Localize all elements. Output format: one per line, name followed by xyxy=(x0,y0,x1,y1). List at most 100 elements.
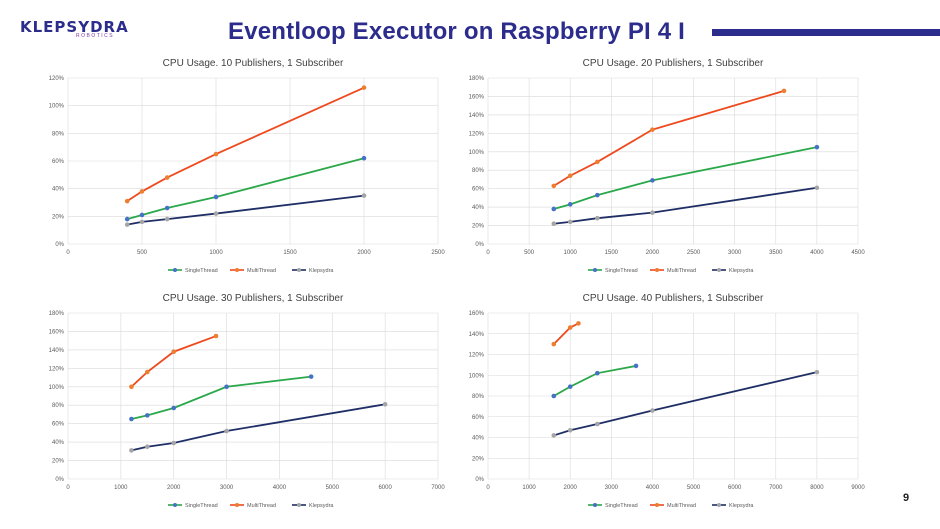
x-tick-label: 2000 xyxy=(564,485,578,491)
x-tick-label: 4000 xyxy=(646,485,660,491)
y-tick-label: 120% xyxy=(49,366,65,372)
x-tick-label: 0 xyxy=(486,485,490,491)
legend-marker xyxy=(235,268,239,272)
x-tick-label: 1000 xyxy=(114,485,128,491)
y-tick-label: 60% xyxy=(472,415,485,421)
series-line-klepsydra xyxy=(553,371,818,437)
y-tick-label: 100% xyxy=(49,104,65,110)
y-tick-label: 80% xyxy=(52,131,65,137)
data-point-multithread xyxy=(551,183,557,189)
y-tick-label: 20% xyxy=(472,224,485,230)
x-tick-label: 5000 xyxy=(326,485,340,491)
x-tick-label: 1000 xyxy=(209,250,223,256)
y-tick-label: 20% xyxy=(52,214,65,220)
y-tick-label: 60% xyxy=(472,187,485,193)
data-point-multithread xyxy=(595,159,600,165)
data-point-klepsydra xyxy=(382,402,388,407)
data-point-singlethread xyxy=(361,155,367,161)
y-tick-label: 180% xyxy=(49,311,65,317)
legend-marker xyxy=(297,503,301,507)
data-point-singlethread xyxy=(213,194,219,200)
data-point-multithread xyxy=(650,127,655,132)
y-tick-label: 80% xyxy=(52,403,65,409)
y-tick-label: 160% xyxy=(469,94,485,100)
y-tick-label: 160% xyxy=(49,329,65,335)
legend-label: MultiThread xyxy=(247,268,276,274)
data-point-klepsydra xyxy=(650,210,655,215)
data-point-multithread xyxy=(213,333,219,339)
chart-title: CPU Usage. 30 Publishers, 1 Subscriber xyxy=(163,293,344,304)
legend-label: Klepsydra xyxy=(729,503,754,509)
legend-label: SingleThread xyxy=(185,268,218,274)
y-tick-label: 120% xyxy=(49,76,65,82)
legend-label: MultiThread xyxy=(247,503,276,509)
x-tick-label: 6000 xyxy=(378,485,392,491)
x-tick-label: 6000 xyxy=(728,485,742,491)
data-point-multithread xyxy=(361,85,367,90)
legend-marker xyxy=(717,268,721,272)
y-tick-label: 40% xyxy=(472,205,485,211)
data-point-klepsydra xyxy=(224,428,229,434)
x-tick-label: 9000 xyxy=(851,485,865,491)
y-tick-label: 100% xyxy=(469,373,485,379)
x-tick-label: 5000 xyxy=(687,485,701,491)
x-tick-label: 2000 xyxy=(646,250,660,256)
y-tick-label: 80% xyxy=(472,168,485,174)
chart-title: CPU Usage. 10 Publishers, 1 Subscriber xyxy=(163,58,344,69)
data-point-singlethread xyxy=(164,205,170,211)
data-point-singlethread xyxy=(308,374,314,379)
chart-20-publishers: CPU Usage. 20 Publishers, 1 Subscriber 0%… xyxy=(469,58,866,274)
series-line-multithread xyxy=(553,90,785,187)
series-line-singlethread xyxy=(131,375,312,420)
y-tick-label: 120% xyxy=(469,131,485,137)
series-line-klepsydra xyxy=(131,403,386,452)
legend-label: Klepsydra xyxy=(309,503,334,509)
data-point-klepsydra xyxy=(551,433,557,438)
x-tick-label: 4000 xyxy=(810,250,824,256)
data-point-klepsydra xyxy=(129,448,134,453)
data-point-singlethread xyxy=(595,370,600,376)
y-tick-label: 140% xyxy=(49,348,65,354)
y-tick-label: 60% xyxy=(52,159,65,165)
data-point-singlethread xyxy=(567,384,573,389)
x-tick-label: 1500 xyxy=(283,250,297,256)
legend-marker xyxy=(655,268,659,272)
data-point-singlethread xyxy=(129,416,134,422)
data-point-klepsydra xyxy=(213,211,219,216)
legend-label: SingleThread xyxy=(605,268,638,274)
x-tick-label: 1000 xyxy=(522,485,536,491)
x-tick-label: 2000 xyxy=(167,485,181,491)
data-point-multithread xyxy=(567,325,573,330)
data-point-singlethread xyxy=(551,393,557,399)
data-point-klepsydra xyxy=(139,219,145,225)
x-tick-label: 8000 xyxy=(810,485,824,491)
legend-marker xyxy=(593,268,597,272)
data-point-klepsydra xyxy=(164,216,170,222)
y-tick-label: 40% xyxy=(472,436,485,442)
data-point-klepsydra xyxy=(567,427,573,433)
y-tick-label: 20% xyxy=(52,459,65,465)
page-number: 9 xyxy=(903,492,910,504)
y-tick-label: 40% xyxy=(52,187,65,193)
legend-label: SingleThread xyxy=(605,503,638,509)
data-point-singlethread xyxy=(171,405,177,411)
data-point-klepsydra xyxy=(144,444,150,450)
data-point-singlethread xyxy=(224,384,229,390)
y-tick-label: 0% xyxy=(55,477,64,483)
chart-title: CPU Usage. 40 Publishers, 1 Subscriber xyxy=(583,293,764,304)
x-tick-label: 3000 xyxy=(728,250,742,256)
data-point-singlethread xyxy=(139,212,145,218)
y-tick-label: 140% xyxy=(469,113,485,119)
y-tick-label: 20% xyxy=(472,456,485,462)
data-point-klepsydra xyxy=(171,440,177,446)
legend-label: MultiThread xyxy=(667,268,696,274)
series-line-singlethread xyxy=(553,365,637,397)
data-point-multithread xyxy=(164,175,170,180)
data-point-klepsydra xyxy=(124,222,130,227)
y-tick-label: 100% xyxy=(49,385,65,391)
y-tick-label: 120% xyxy=(469,353,485,359)
chart-title: CPU Usage. 20 Publishers, 1 Subscriber xyxy=(583,58,764,69)
chart-30-publishers: CPU Usage. 30 Publishers, 1 Subscriber 0%… xyxy=(49,293,446,509)
x-tick-label: 4000 xyxy=(273,485,287,491)
y-tick-label: 80% xyxy=(472,394,485,400)
